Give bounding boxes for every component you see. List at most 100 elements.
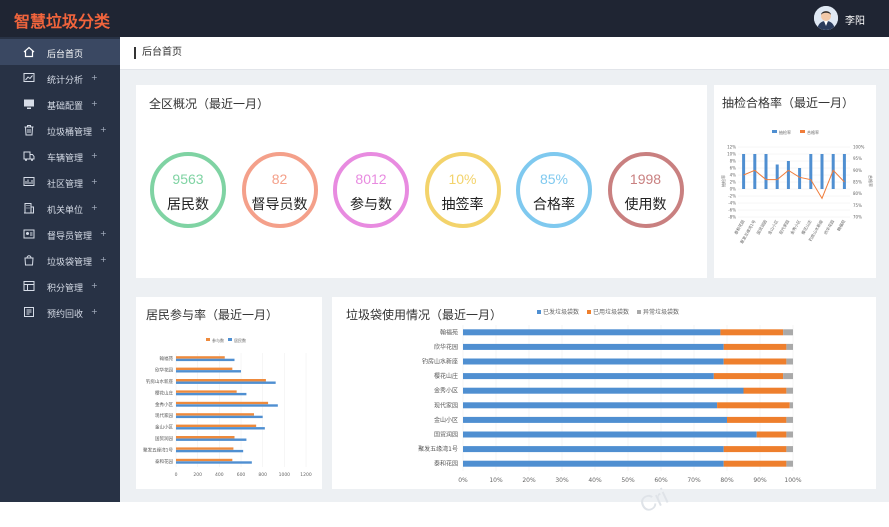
expand-plus-icon: + [100, 125, 107, 134]
stat-value: 8012 [355, 171, 387, 187]
bags-chart: 已发垃圾袋数 已用垃圾袋数 异常垃圾袋数0% 10% 20% 30% 40% 50% 60% 70… [418, 308, 802, 484]
bar [176, 461, 252, 464]
y-tick-right: 95% [853, 156, 862, 161]
bar-segment [463, 329, 721, 336]
x-tick-label: 100% [784, 477, 801, 484]
sidebar-item-points[interactable]: 积分管理 + [0, 273, 120, 299]
bar [820, 154, 824, 189]
sampling-chart: 抽检率 合格率12%10%8%6%4%2%0%-2%-4%-6%-8%100%95… [720, 129, 874, 244]
bar [176, 390, 237, 393]
x-tick-label: 90% [753, 477, 767, 484]
x-tick-label: 欣华花园 [822, 219, 835, 236]
bar-segment [720, 329, 784, 336]
bottom-strip [0, 502, 889, 527]
bar-segment [756, 431, 787, 438]
y-tick-left: 6% [730, 166, 737, 171]
bar [176, 392, 247, 396]
sidebar-item-vehicles[interactable]: 车辆管理 + [0, 143, 120, 169]
bar [176, 356, 225, 359]
bar [176, 367, 233, 370]
stat-ring: 9563 居民数 [150, 152, 226, 228]
sidebar-item-trash-bins[interactable]: 垃圾桶管理 + [0, 117, 120, 143]
app-title: 智慧垃圾分类 [14, 12, 111, 31]
bar-segment [723, 343, 787, 350]
y-tick-right: 90% [853, 168, 862, 173]
expand-plus-icon: + [91, 99, 98, 108]
community-icon [23, 177, 35, 186]
x-tick-label: 800 [258, 472, 267, 478]
bar [176, 447, 234, 450]
monitor-icon [24, 99, 34, 109]
y-tick-left: 12% [727, 145, 736, 150]
sidebar-item-organizations[interactable]: 机关单位 + [0, 195, 120, 221]
y-tick-left: 4% [730, 173, 737, 178]
sidebar-item-label: 督导员管理 [47, 232, 93, 242]
sidebar-item-community[interactable]: 社区管理 + [0, 169, 120, 195]
x-tick-label: 600 [237, 472, 246, 478]
sidebar-item-supervisors[interactable]: 督导员管理 + [0, 221, 120, 247]
x-tick-label: 1200 [300, 472, 312, 478]
bar [786, 161, 790, 189]
breadcrumb[interactable]: 后台首页 [134, 47, 182, 59]
stat-label: 参与数 [350, 197, 392, 213]
legend-label: 参与数 [212, 337, 224, 343]
bag-icon [24, 255, 34, 266]
line-series [743, 169, 845, 200]
x-tick-label: 翰福苑 [835, 219, 846, 232]
sidebar-item-home[interactable]: 后台首页 [0, 39, 120, 65]
x-tick-label: 0 [175, 472, 178, 478]
participation-title: 居民参与率（最近一月） [146, 308, 279, 322]
y-tick-left: 8% [730, 159, 737, 164]
sidebar-item-statistics[interactable]: 统计分析 + [0, 65, 120, 91]
bar [176, 449, 244, 453]
y-tick-right: 80% [853, 191, 862, 196]
expand-plus-icon: + [91, 203, 98, 212]
breadcrumb-bar: 后台首页 [120, 37, 889, 70]
y-tick-label: 聚发五缘湾1号 [418, 445, 458, 453]
bar-segment [783, 329, 793, 336]
sidebar: 后台首页 统计分析 + 基础配置 + 垃圾桶管理 + 车辆管理 + 社区管理 +… [0, 37, 120, 502]
bar [176, 381, 276, 384]
legend-swatch [206, 338, 210, 341]
bar-segment [783, 373, 793, 380]
stat-value: 82 [271, 171, 288, 187]
user-name[interactable]: 李阳 [845, 12, 865, 27]
bar [176, 358, 235, 362]
building-icon [24, 203, 34, 214]
bar-segment [786, 358, 793, 365]
bar [176, 404, 278, 407]
bar-segment [723, 460, 787, 467]
x-tick-label: 40% [588, 477, 602, 484]
bar [176, 436, 235, 439]
y-tick-label: 金秀小区 [155, 401, 173, 408]
sidebar-item-label: 车辆管理 [47, 154, 84, 164]
bar [176, 438, 247, 441]
y-tick-right: 75% [853, 203, 862, 208]
bar-segment [713, 373, 784, 380]
y-tick-label: 聚发五缘湾1号 [143, 446, 173, 453]
overview-card: 全区概况（最近一月） 9563 居民数 82 督导员数 8012 参与数 10% 抽签率 85%… [136, 85, 707, 278]
sidebar-item-label: 机关单位 [47, 206, 84, 216]
top-bar: 智慧垃圾分类 李阳 [0, 0, 889, 37]
y-tick-left: 2% [730, 180, 737, 185]
y-tick-left: 0% [730, 187, 737, 192]
sidebar-item-appointments[interactable]: 预约回收 + [0, 299, 120, 325]
legend-label: 异常垃圾袋数 [643, 308, 679, 316]
sidebar-item-config[interactable]: 基础配置 + [0, 91, 120, 117]
y-axis-label-right: 合格率 [868, 175, 874, 187]
stat-ring: 8012 参与数 [333, 152, 409, 228]
sidebar-item-bags[interactable]: 垃圾袋管理 + [0, 247, 120, 273]
bar-segment [743, 387, 787, 394]
y-tick-label: 欣华花园 [155, 367, 173, 374]
legend-label: 抽检率 [779, 129, 791, 135]
avatar-icon [814, 6, 838, 30]
x-tick-label: 80% [720, 477, 734, 484]
points-icon [23, 281, 35, 291]
bar-segment [786, 431, 793, 438]
bar [176, 458, 233, 462]
expand-plus-icon: + [91, 281, 98, 290]
y-tick-left: -2% [728, 194, 736, 199]
y-tick-label: 泰和花园 [434, 460, 458, 468]
user-avatar[interactable] [814, 6, 838, 30]
stat-label: 督导员数 [251, 197, 308, 213]
